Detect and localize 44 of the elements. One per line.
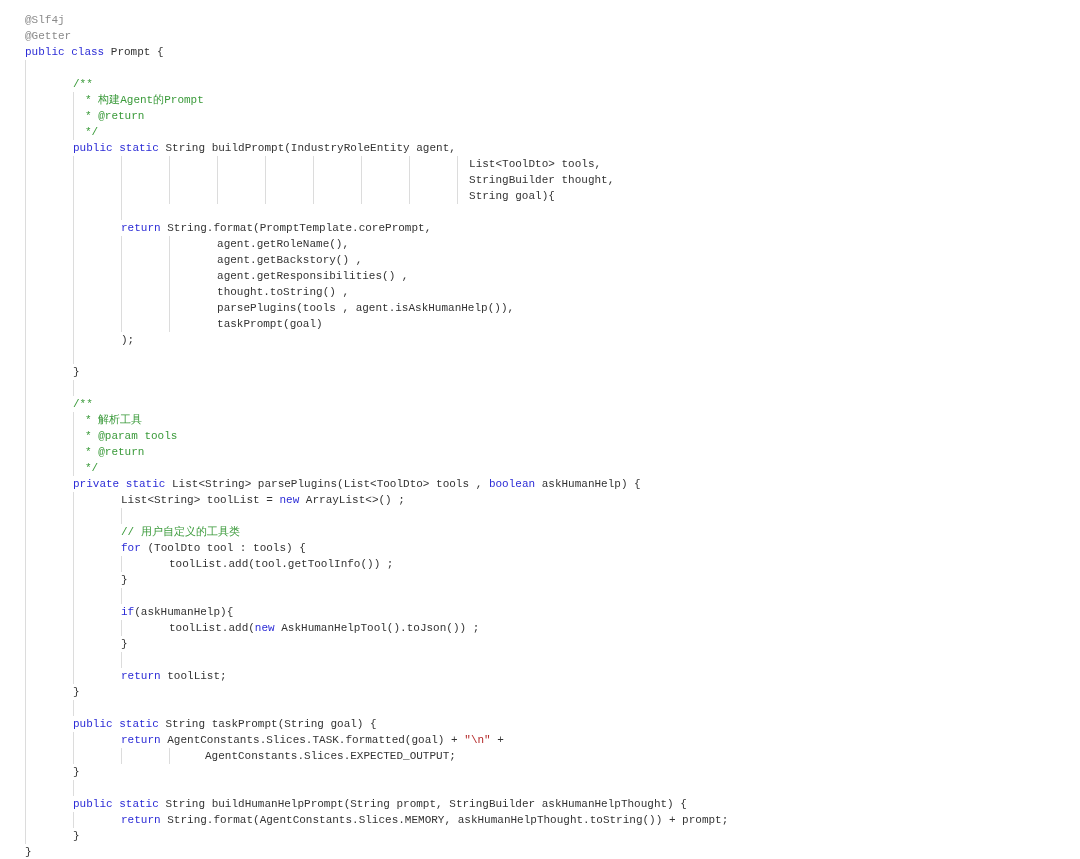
code-line: List<ToolDto> tools, xyxy=(469,157,602,172)
code-line: return AgentConstants.Slices.TASK.formatted(goal) + "\n" + xyxy=(121,733,504,748)
code-line: for (ToolDto tool : tools) { xyxy=(121,541,306,556)
code-comment: // 用户自定义的工具类 xyxy=(121,525,240,540)
code-line: return String.format(AgentConstants.Slices.MEMORY, askHumanHelpThought.toString()) + prompt; xyxy=(121,813,729,828)
code-line: @Slf4j xyxy=(25,13,65,28)
code-comment: * @param tools xyxy=(85,429,178,444)
code-line: toolList.add(new AskHumanHelpTool().toJson()) ; xyxy=(169,621,480,636)
code-comment: * @return xyxy=(85,109,145,124)
code-line: public static String buildPrompt(IndustryRoleEntity agent, xyxy=(73,141,456,156)
code-line: public static String taskPrompt(String goal) { xyxy=(73,717,377,732)
code-line: List<String> toolList = new ArrayList<>() ; xyxy=(121,493,405,508)
code-line: return String.format(PromptTemplate.corePrompt, xyxy=(121,221,432,236)
code-line: } xyxy=(121,573,128,588)
code-line: AgentConstants.Slices.EXPECTED_OUTPUT; xyxy=(205,749,456,764)
code-line: thought.toString() , xyxy=(217,285,350,300)
code-line: parsePlugins(tools , agent.isAskHumanHelp()), xyxy=(217,301,515,316)
code-line: public class Prompt { xyxy=(25,45,164,60)
code-comment: /** xyxy=(73,77,93,92)
code-line: private static List<String> parsePlugins(List<ToolDto> tools , boolean askHumanHelp) { xyxy=(73,477,641,492)
code-line: agent.getRoleName(), xyxy=(217,237,350,252)
code-line: } xyxy=(121,637,128,652)
code-line: ); xyxy=(121,333,135,348)
code-line: } xyxy=(73,685,80,700)
code-line: public static String buildHumanHelpPrompt(String prompt, StringBuilder askHumanHelpThought) { xyxy=(73,797,687,812)
code-line: toolList.add(tool.getToolInfo()) ; xyxy=(169,557,394,572)
code-line: agent.getResponsibilities() , xyxy=(217,269,409,284)
code-comment: * @return xyxy=(85,445,145,460)
code-comment: * 解析工具 xyxy=(85,413,143,428)
code-line: String goal){ xyxy=(469,189,555,204)
code-line: return toolList; xyxy=(121,669,227,684)
code-line: @Getter xyxy=(25,29,72,44)
code-comment: * 构建Agent的Prompt xyxy=(85,93,204,108)
code-line: } xyxy=(73,765,80,780)
code-line: if(askHumanHelp){ xyxy=(121,605,234,620)
code-line: } xyxy=(73,365,80,380)
code-comment: */ xyxy=(85,125,99,140)
code-line: } xyxy=(73,829,80,844)
code-comment: */ xyxy=(85,461,99,476)
code-comment: /** xyxy=(73,397,93,412)
code-line: StringBuilder thought, xyxy=(469,173,615,188)
code-line: agent.getBackstory() , xyxy=(217,253,363,268)
code-line: } xyxy=(25,845,32,859)
code-line: taskPrompt(goal) xyxy=(217,317,323,332)
